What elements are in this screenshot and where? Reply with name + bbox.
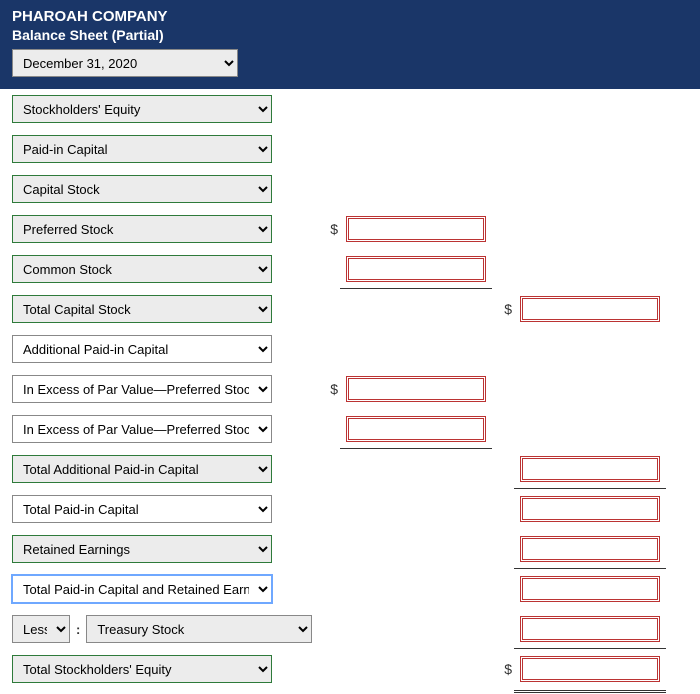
select-stockholders-equity[interactable]: Stockholders' Equity	[12, 95, 272, 123]
company-name: PHAROAH COMPANY	[12, 8, 688, 25]
select-total-capital-stock[interactable]: Total Capital Stock	[12, 295, 272, 323]
select-treasury-stock[interactable]: Treasury Stock	[86, 615, 312, 643]
select-retained-earnings[interactable]: Retained Earnings	[12, 535, 272, 563]
select-common-stock[interactable]: Common Stock	[12, 255, 272, 283]
amount-total-capital-stock[interactable]	[520, 296, 660, 322]
amount-total-additional[interactable]	[520, 456, 660, 482]
amount-common-stock[interactable]	[346, 256, 486, 282]
select-paid-in-capital[interactable]: Paid-in Capital	[12, 135, 272, 163]
subtotal-line	[340, 288, 492, 289]
amount-treasury-stock[interactable]	[520, 616, 660, 642]
select-total-stockholders[interactable]: Total Stockholders' Equity	[12, 655, 272, 683]
amount-preferred-stock[interactable]	[346, 216, 486, 242]
amount-excess-preferred-2[interactable]	[346, 416, 486, 442]
amount-retained-earnings[interactable]	[520, 536, 660, 562]
subtotal-line	[514, 488, 666, 489]
total-double-line	[514, 690, 666, 691]
select-capital-stock[interactable]: Capital Stock	[12, 175, 272, 203]
select-total-additional[interactable]: Total Additional Paid-in Capital	[12, 455, 272, 483]
date-select[interactable]: December 31, 2020	[12, 49, 238, 77]
select-excess-preferred-1[interactable]: In Excess of Par Value—Preferred Stock	[12, 375, 272, 403]
subtotal-line	[514, 648, 666, 649]
select-less[interactable]: Less	[12, 615, 70, 643]
select-total-paid-in[interactable]: Total Paid-in Capital	[12, 495, 272, 523]
amount-excess-preferred-1[interactable]	[346, 376, 486, 402]
amount-total-paid-in[interactable]	[520, 496, 660, 522]
select-additional-paid-in[interactable]: Additional Paid-in Capital	[12, 335, 272, 363]
dollar-sign: $	[320, 381, 338, 397]
sheet-subtitle: Balance Sheet (Partial)	[12, 27, 688, 43]
select-excess-preferred-2[interactable]: In Excess of Par Value—Preferred Stock	[12, 415, 272, 443]
colon: :	[76, 622, 80, 637]
dollar-sign: $	[494, 301, 512, 317]
select-preferred-stock[interactable]: Preferred Stock	[12, 215, 272, 243]
sheet-header: PHAROAH COMPANY Balance Sheet (Partial) …	[0, 0, 700, 89]
subtotal-line	[340, 448, 492, 449]
amount-total-stockholders[interactable]	[520, 656, 660, 682]
dollar-sign: $	[320, 221, 338, 237]
select-total-paid-retained[interactable]: Total Paid-in Capital and Retained Earni…	[12, 575, 272, 603]
dollar-sign: $	[494, 661, 512, 677]
amount-total-paid-retained[interactable]	[520, 576, 660, 602]
subtotal-line	[514, 568, 666, 569]
